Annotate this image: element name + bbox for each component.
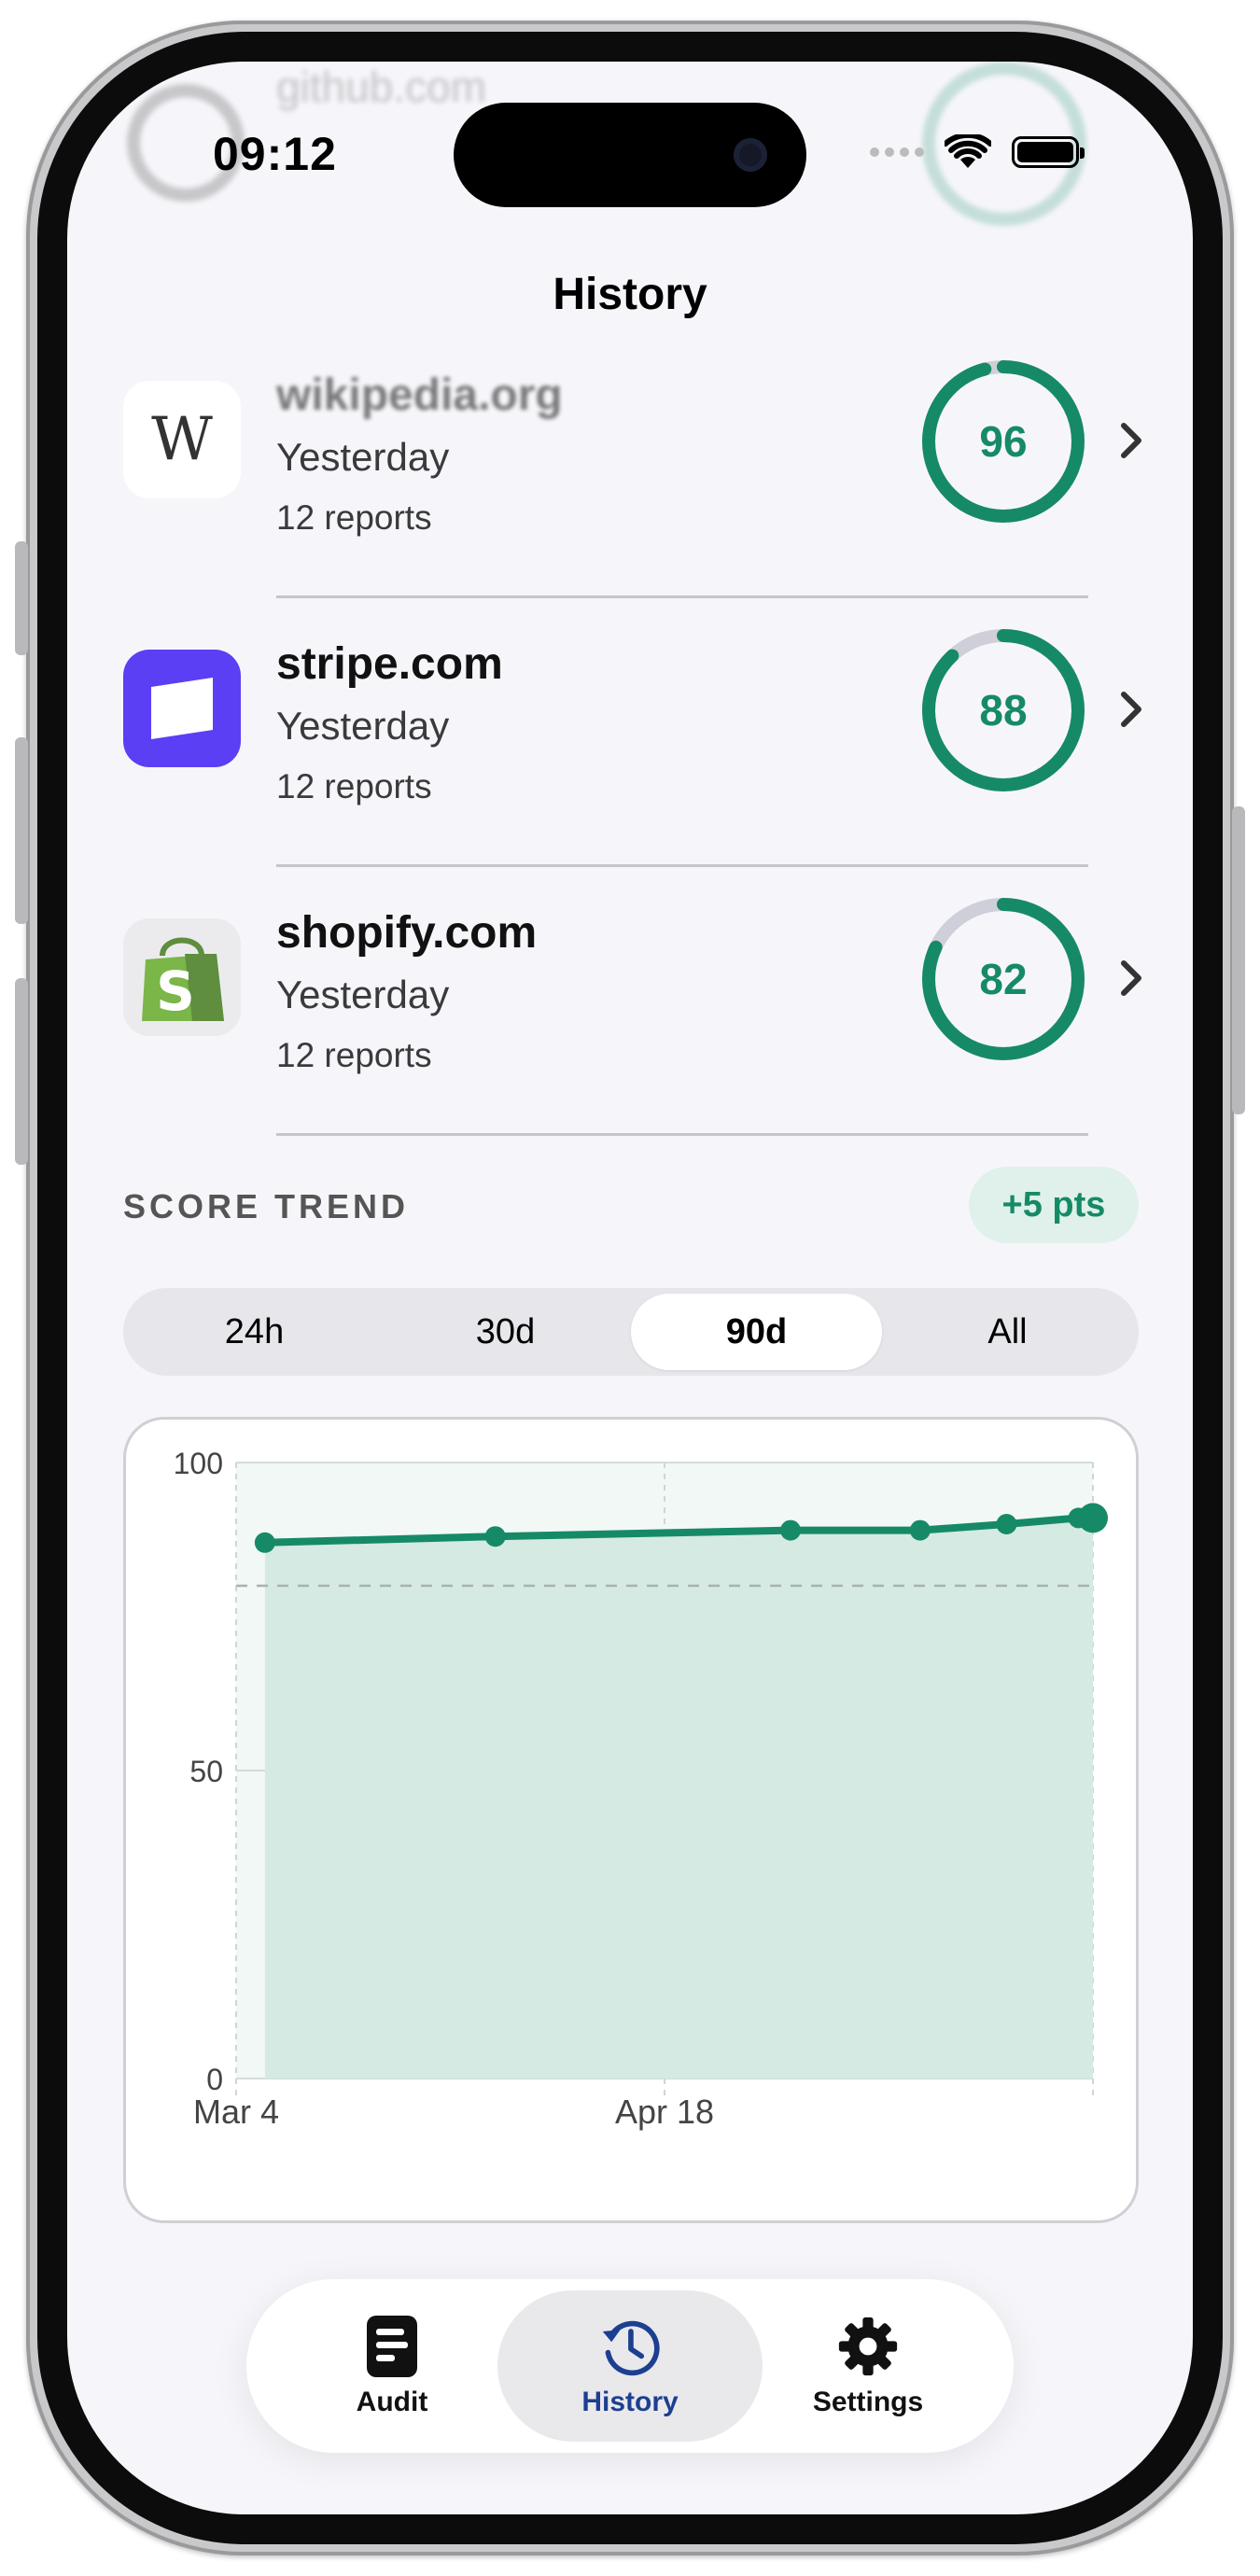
status-icons xyxy=(870,134,1085,170)
audit-icon xyxy=(367,2316,417,2377)
tab-history[interactable]: History xyxy=(497,2290,763,2442)
chevron-right-icon xyxy=(1121,423,1141,458)
shopify-icon: S xyxy=(123,918,241,1036)
y-tick-label: 0 xyxy=(206,2063,223,2096)
site-name: shopify.com xyxy=(276,908,538,958)
status-time: 09:12 xyxy=(213,128,337,180)
tab-bar: Audit History Settings xyxy=(246,2279,1014,2453)
score-value: 96 xyxy=(979,417,1028,466)
score-ring: 82 xyxy=(920,896,1086,1062)
site-name: stripe.com xyxy=(276,639,503,689)
tab-audit[interactable]: Audit xyxy=(259,2290,525,2442)
area-fill xyxy=(264,1518,1093,2079)
tab-label: Audit xyxy=(356,2387,428,2417)
report-count: 12 reports xyxy=(276,767,432,805)
tab-settings[interactable]: Settings xyxy=(735,2290,1001,2442)
screen: github.com 09:12 History W wikipedia.org… xyxy=(67,62,1193,2514)
chevron-right-icon xyxy=(1121,960,1141,996)
data-point xyxy=(780,1519,801,1541)
data-point xyxy=(909,1519,931,1541)
y-tick-label: 100 xyxy=(174,1447,223,1480)
range-option-all[interactable]: All xyxy=(882,1294,1133,1370)
score-value: 82 xyxy=(979,955,1028,1003)
x-tick-label: Mar 4 xyxy=(193,2093,279,2131)
site-date: Yesterday xyxy=(276,435,450,479)
row-divider xyxy=(276,595,1088,598)
site-date: Yesterday xyxy=(276,704,450,748)
tab-label: Settings xyxy=(812,2387,924,2417)
history-icon xyxy=(602,2320,660,2376)
section-title: SCORE TREND xyxy=(123,1187,410,1225)
ghost-site: github.com xyxy=(276,63,487,111)
trend-delta-badge: +5 pts xyxy=(969,1167,1139,1243)
action-button xyxy=(15,541,28,655)
chevron-right-icon xyxy=(1121,692,1141,727)
volume-up-button xyxy=(15,737,28,924)
row-divider xyxy=(276,864,1088,867)
svg-text:S: S xyxy=(156,959,195,1023)
volume-down-button xyxy=(15,978,28,1165)
signal-icon xyxy=(870,147,924,157)
svg-text:W: W xyxy=(151,405,213,474)
report-count: 12 reports xyxy=(276,498,432,537)
history-row-shopify[interactable]: S shopify.com Yesterday 12 reports 82 xyxy=(67,879,1193,1148)
score-trend-chart: 100 50 0 Mar 4 Apr 18 xyxy=(123,1417,1139,2223)
y-tick-label: 50 xyxy=(189,1755,223,1788)
power-button xyxy=(1232,806,1245,1114)
history-row-stripe[interactable]: stripe.com Yesterday 12 reports 88 xyxy=(67,610,1193,879)
range-option-30d[interactable]: 30d xyxy=(380,1294,631,1370)
stripe-icon xyxy=(123,650,241,767)
score-ring: 96 xyxy=(920,358,1086,525)
x-tick-label: Apr 18 xyxy=(615,2093,714,2131)
site-date: Yesterday xyxy=(276,973,450,1016)
data-point xyxy=(996,1514,1017,1534)
range-option-24h[interactable]: 24h xyxy=(129,1294,380,1370)
range-option-90d[interactable]: 90d xyxy=(631,1294,882,1370)
battery-icon xyxy=(1012,136,1085,168)
report-count: 12 reports xyxy=(276,1036,432,1074)
dynamic-island xyxy=(454,103,806,207)
score-value: 88 xyxy=(979,686,1028,735)
wifi-icon xyxy=(945,134,991,168)
site-name: wikipedia.org xyxy=(276,371,563,420)
data-point xyxy=(1078,1503,1108,1533)
wikipedia-icon: W xyxy=(123,381,241,498)
data-point xyxy=(484,1526,506,1547)
history-row-wikipedia[interactable]: W wikipedia.org Yesterday 12 reports 96 xyxy=(67,342,1193,610)
tab-label: History xyxy=(581,2387,679,2417)
chart-svg: 100 50 0Mar 4 Apr 18 xyxy=(174,1447,1108,2131)
page-title: History xyxy=(553,270,707,319)
camera-icon xyxy=(734,138,767,172)
score-ring: 88 xyxy=(920,627,1086,793)
row-divider xyxy=(276,1133,1088,1136)
range-selector: 24h 30d 90d All xyxy=(123,1288,1139,1376)
settings-gear-icon xyxy=(838,2317,898,2376)
data-point xyxy=(254,1532,275,1553)
